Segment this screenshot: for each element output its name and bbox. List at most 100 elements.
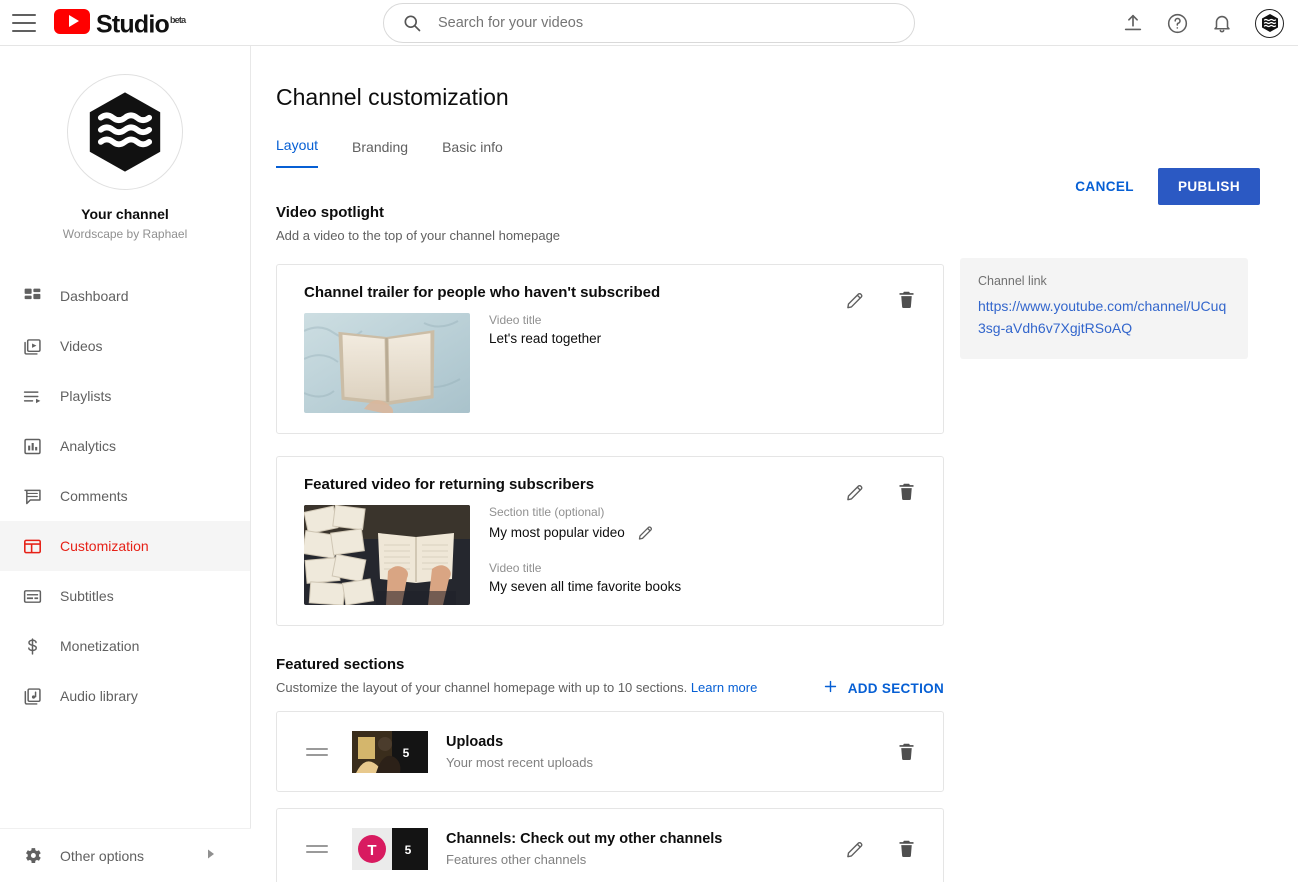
tab-layout[interactable]: Layout [276, 137, 318, 168]
tab-basic-info[interactable]: Basic info [442, 139, 503, 168]
featured-sections-desc-text: Customize the layout of your channel hom… [276, 680, 687, 695]
channel-link-panel: Channel link https://www.youtube.com/cha… [960, 258, 1248, 359]
header-action-buttons: CANCEL PUBLISH [1061, 168, 1260, 205]
video-title-label: Video title [489, 313, 601, 327]
comments-icon [12, 486, 52, 507]
featured-section-row-uploads[interactable]: 5 Uploads Your most recent uploads [276, 711, 944, 792]
edit-section-title-pencil-icon[interactable] [637, 523, 655, 541]
sidebar-item-label: Comments [60, 488, 128, 504]
delete-trash-icon[interactable] [896, 741, 917, 762]
plus-icon [822, 678, 839, 698]
sidebar-item-label: Playlists [60, 388, 111, 404]
account-avatar[interactable] [1255, 9, 1284, 38]
channel-summary: Your channel Wordscape by Raphael [0, 46, 250, 241]
delete-trash-icon[interactable] [896, 289, 917, 310]
sidebar-item-videos[interactable]: Videos [0, 321, 250, 371]
header-actions [1122, 0, 1284, 46]
sidebar-item-subtitles[interactable]: Subtitles [0, 571, 250, 621]
uploads-badge-count: 5 [403, 746, 410, 760]
card-title: Featured video for returning subscribers [277, 457, 943, 493]
featured-thumbnail[interactable] [304, 505, 470, 605]
sidebar-item-label: Analytics [60, 438, 116, 454]
monetization-icon [12, 636, 52, 657]
sidebar-item-playlists[interactable]: Playlists [0, 371, 250, 421]
page-title: Channel customization [276, 84, 1298, 111]
channel-avatar[interactable] [67, 74, 183, 190]
sidebar-item-label: Audio library [60, 688, 138, 704]
section-title-value-row: My most popular video [489, 523, 681, 541]
brand-label: Studio [96, 10, 169, 38]
featured-video-card: Featured video for returning subscribers [276, 456, 944, 626]
search-icon [402, 13, 422, 33]
channels-row-actions [845, 838, 917, 859]
hamburger-menu-icon[interactable] [12, 14, 36, 32]
sidebar-item-other-options[interactable]: Other options [0, 828, 251, 882]
edit-pencil-icon[interactable] [845, 838, 866, 859]
sidebar-item-audio-library[interactable]: Audio library [0, 671, 250, 721]
uploads-text: Uploads Your most recent uploads [446, 734, 593, 770]
channels-thumbnail: T 5 [352, 828, 428, 870]
sidebar-item-comments[interactable]: Comments [0, 471, 250, 521]
video-title-group: Video title My seven all time favorite b… [489, 561, 681, 594]
delete-trash-icon[interactable] [896, 838, 917, 859]
youtube-play-icon [54, 9, 90, 34]
featured-meta: Section title (optional) My most popular… [489, 505, 681, 605]
video-title-value: Let's read together [489, 331, 601, 346]
main-content: Channel customization Layout Branding Ba… [251, 46, 1298, 882]
section-row-subtitle: Your most recent uploads [446, 755, 593, 770]
notifications-icon[interactable] [1211, 12, 1233, 34]
uploads-row-actions [896, 741, 917, 762]
section-row-title: Channels: Check out my other channels [446, 831, 722, 847]
tab-branding[interactable]: Branding [352, 139, 408, 168]
section-title-group: Section title (optional) My most popular… [489, 505, 681, 541]
search-input[interactable] [438, 15, 878, 31]
section-title-label: Section title (optional) [489, 505, 681, 519]
channel-avatar-letter: T [367, 842, 376, 859]
delete-trash-icon[interactable] [896, 481, 917, 502]
sidebar-nav: Dashboard Videos Playlists [0, 271, 250, 721]
audio-library-icon [12, 686, 52, 707]
sidebar-item-monetization[interactable]: Monetization [0, 621, 250, 671]
tab-bar: Layout Branding Basic info [276, 137, 1298, 168]
sidebar-item-analytics[interactable]: Analytics [0, 421, 250, 471]
sidebar-item-customization[interactable]: Customization [0, 521, 250, 571]
sidebar-item-label: Subtitles [60, 588, 114, 604]
featured-section-row-channels[interactable]: T 5 Channels: Check out my other channel… [276, 808, 944, 882]
sidebar-item-label: Dashboard [60, 288, 129, 304]
add-section-button[interactable]: ADD SECTION [822, 678, 944, 698]
channels-badge-count: 5 [405, 843, 412, 857]
channel-label: Your channel [0, 206, 250, 222]
sidebar-item-dashboard[interactable]: Dashboard [0, 271, 250, 321]
sidebar-item-label: Other options [60, 848, 144, 864]
brand-title: Studiobeta [96, 7, 185, 38]
trailer-thumbnail[interactable] [304, 313, 470, 413]
drag-handle-icon[interactable] [306, 845, 328, 853]
cancel-button[interactable]: CANCEL [1061, 169, 1148, 204]
channel-link-label: Channel link [978, 274, 1230, 288]
help-icon[interactable] [1166, 12, 1189, 35]
channel-link-url[interactable]: https://www.youtube.com/channel/UCuq3sg-… [978, 295, 1230, 339]
edit-pencil-icon[interactable] [845, 289, 866, 310]
trailer-meta: Video title Let's read together [489, 313, 601, 413]
upload-icon[interactable] [1122, 12, 1144, 34]
search-bar[interactable] [383, 3, 915, 43]
publish-button[interactable]: PUBLISH [1158, 168, 1260, 205]
featured-sections-title: Featured sections [276, 656, 944, 673]
video-title-group: Video title Let's read together [489, 313, 601, 346]
learn-more-link[interactable]: Learn more [691, 680, 757, 695]
video-spotlight-header: Video spotlight Add a video to the top o… [276, 204, 1298, 243]
channels-text: Channels: Check out my other channels Fe… [446, 831, 722, 867]
edit-pencil-icon[interactable] [845, 481, 866, 502]
video-spotlight-title: Video spotlight [276, 204, 1298, 221]
sidebar-item-label: Videos [60, 338, 103, 354]
studio-logo[interactable]: Studiobeta [54, 7, 185, 38]
channel-trailer-card: Channel trailer for people who haven't s… [276, 264, 944, 434]
add-section-label: ADD SECTION [848, 681, 944, 696]
card-title: Channel trailer for people who haven't s… [277, 265, 943, 301]
channel-name: Wordscape by Raphael [0, 227, 250, 241]
video-title-value: My seven all time favorite books [489, 579, 681, 594]
playlists-icon [12, 386, 52, 407]
video-title-label: Video title [489, 561, 681, 575]
drag-handle-icon[interactable] [306, 748, 328, 756]
featured-sections-header: Featured sections Customize the layout o… [276, 656, 944, 695]
